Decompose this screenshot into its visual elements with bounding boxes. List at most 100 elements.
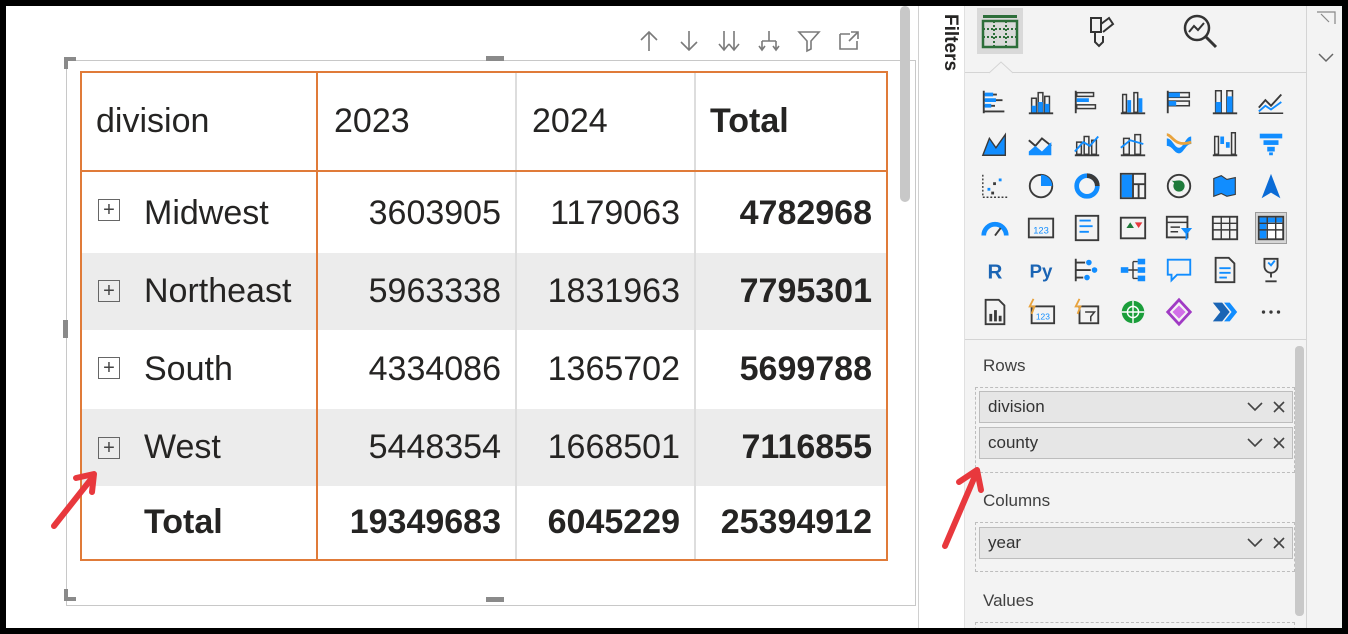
header-2024[interactable]: 2024 [532,73,692,170]
resize-handle-bottom[interactable] [486,597,504,602]
columns-field-year[interactable]: year [979,527,1293,559]
treemap-icon[interactable] [1117,170,1149,202]
stacked-bar-chart-icon[interactable] [979,86,1011,118]
clustered-bar-chart-icon[interactable] [1071,86,1103,118]
clustered-column-chart-icon[interactable] [1117,86,1149,118]
filled-map-icon[interactable] [1209,170,1241,202]
kpi-icon[interactable] [1117,212,1149,244]
azure-map-icon[interactable] [1255,170,1287,202]
header-division[interactable]: division [96,73,316,170]
expand-button-northeast[interactable]: + [98,280,120,302]
expand-button-west[interactable]: + [98,437,120,459]
row-label-south: South [144,350,233,388]
expand-button-midwest[interactable]: + [98,199,120,221]
power-automate-icon[interactable] [1071,296,1103,328]
cell-midwest-total: 4782968 [739,193,872,232]
data-pane-collapsed[interactable] [1306,6,1342,628]
line-chart-icon[interactable] [1255,86,1287,118]
100-stacked-column-chart-icon[interactable] [1209,86,1241,118]
filter-icon[interactable] [796,28,822,54]
close-icon[interactable] [1272,400,1286,414]
visualizations-pane: 123 R Py 123 Rows division county Columns y… [942,6,1306,628]
cell-midwest-2023: 3603905 [368,193,501,232]
matrix-icon[interactable] [1255,212,1287,244]
header-total[interactable]: Total [710,73,880,170]
canvas-scrollbar[interactable] [900,6,910,202]
header-2023[interactable]: 2023 [334,73,514,170]
table-icon[interactable] [1209,212,1241,244]
collapse-corner-icon[interactable] [1315,10,1337,26]
power-apps-icon[interactable] [1163,296,1195,328]
resize-handle-left[interactable] [63,320,68,338]
row-label-total: Total [144,503,223,541]
drill-down-icon[interactable] [676,28,702,54]
chevron-down-icon[interactable] [1246,537,1264,549]
metrics-icon[interactable] [1255,254,1287,286]
format-paintbrush-icon [1090,16,1115,48]
drill-up-icon[interactable] [636,28,662,54]
funnel-chart-icon[interactable] [1255,128,1287,160]
cell-south-2023: 4334086 [368,350,501,388]
stacked-column-chart-icon[interactable] [1025,86,1057,118]
more-visuals-icon[interactable] [1255,296,1287,328]
gauge-icon[interactable] [979,212,1011,244]
values-well-label: Values [983,591,1034,610]
r-script-visual-icon[interactable]: R [979,254,1011,286]
field-label-year: year [988,533,1022,552]
format-visual-tab[interactable] [1077,8,1123,54]
values-well-area[interactable] [975,622,1295,628]
svg-text:123: 123 [1033,226,1049,236]
row-label-west: West [144,428,221,466]
qa-visual-icon[interactable] [1163,254,1195,286]
close-icon[interactable] [1272,536,1286,550]
columns-well-label: Columns [983,491,1051,510]
cell-west-total: 7116855 [741,428,873,466]
line-stacked-column-icon[interactable] [1117,128,1149,160]
area-chart-icon[interactable] [979,128,1011,160]
analytics-tab[interactable] [1177,8,1223,54]
chevron-down-icon[interactable] [1246,401,1264,413]
line-clustered-column-icon[interactable] [1071,128,1103,160]
paginated-report-icon[interactable] [979,296,1011,328]
svg-text:Py: Py [1030,261,1054,282]
donut-chart-icon[interactable] [1071,170,1103,202]
100-stacked-bar-chart-icon[interactable] [1163,86,1195,118]
viz-pane-scrollbar[interactable] [1295,346,1304,616]
chevron-down-icon[interactable] [1246,437,1264,449]
decomposition-tree-icon[interactable] [1117,254,1149,286]
plus-icon: + [103,437,115,459]
key-influencers-icon[interactable] [1071,254,1103,286]
cell-total-2023: 19349683 [349,503,501,541]
map-icon[interactable] [1163,170,1195,202]
stacked-area-chart-icon[interactable] [1025,128,1057,160]
power-automate-flow-icon[interactable] [1209,296,1241,328]
multi-row-card-icon[interactable] [1071,212,1103,244]
smart-narrative-icon[interactable] [1209,254,1241,286]
focus-mode-icon[interactable] [836,28,862,54]
card-icon[interactable]: 123 [1025,212,1057,244]
build-visual-tab[interactable] [977,8,1023,54]
svg-text:123: 123 [1036,312,1050,322]
pie-chart-icon[interactable] [1025,170,1057,202]
ribbon-chart-icon[interactable] [1163,128,1195,160]
arcgis-map-icon[interactable] [1117,296,1149,328]
python-visual-icon[interactable]: Py [1025,254,1057,286]
resize-handle-corner-tl-v[interactable] [64,57,68,69]
expand-button-south[interactable]: + [98,357,120,379]
slicer-icon[interactable] [1163,212,1195,244]
column-header-divider [82,170,886,172]
power-apps-card-icon[interactable]: 123 [1025,296,1057,328]
resize-handle-top[interactable] [486,56,504,61]
rows-field-county[interactable]: county [979,427,1293,459]
visual-header-toolbar [636,28,862,54]
rows-field-division[interactable]: division [979,391,1293,423]
chevron-down-icon[interactable] [1317,52,1335,64]
expand-hierarchy-icon[interactable] [756,28,782,54]
resize-handle-corner-bl-v[interactable] [64,589,68,601]
build-visual-icon [981,15,1019,49]
waterfall-chart-icon[interactable] [1209,128,1241,160]
scatter-chart-icon[interactable] [979,170,1011,202]
close-icon[interactable] [1272,436,1286,450]
expand-all-icon[interactable] [716,28,742,54]
filters-label[interactable]: Filters [939,14,961,71]
